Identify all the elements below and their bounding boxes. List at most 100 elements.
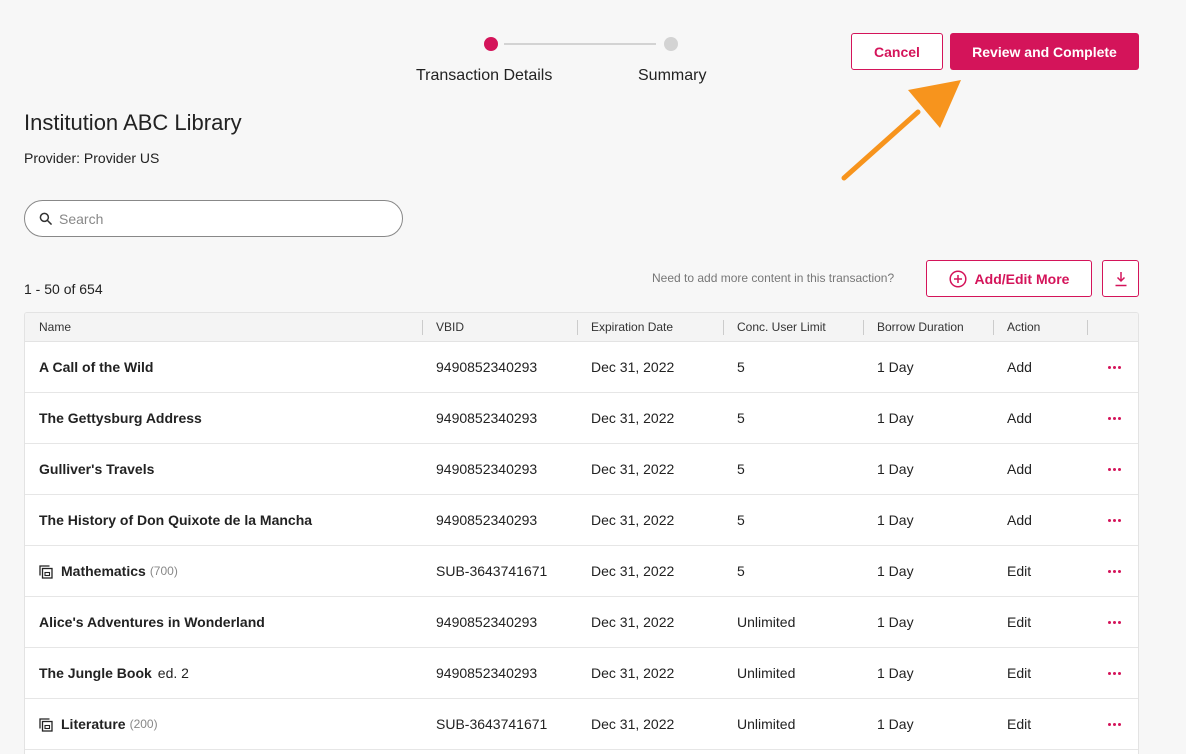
content-table: Name VBID Expiration Date Conc. User Lim…	[24, 312, 1139, 754]
cell-vbid: 9490852340293	[436, 359, 538, 375]
step-dot-active	[484, 37, 498, 51]
title-text: The History of Don Quixote de la Mancha	[39, 512, 313, 528]
cell-conc-user-limit: Unlimited	[737, 665, 796, 681]
cell-name: The Gettysburg Address	[39, 393, 202, 444]
search-icon	[39, 212, 52, 225]
cell-borrow-duration: 1 Day	[877, 665, 914, 681]
add-edit-more-button[interactable]: Add/Edit More	[926, 260, 1092, 297]
more-horizontal-icon[interactable]	[1105, 648, 1123, 699]
table-row[interactable]: The Jungle Book ed. 2 9490852340293 Dec …	[25, 648, 1138, 699]
collection-count: (200)	[129, 717, 158, 731]
cell-expiration-date: Dec 31, 2022	[591, 563, 675, 579]
page-title: Institution ABC Library	[24, 110, 242, 135]
cell-action: Add	[1007, 359, 1032, 375]
cell-conc-user-limit: 5	[737, 563, 745, 579]
table-row[interactable]: The Gettysburg Address 9490852340293 Dec…	[25, 393, 1138, 444]
cell-expiration-date: Dec 31, 2022	[591, 461, 675, 477]
cell-name: A Call of the Wild	[39, 342, 153, 393]
cell-conc-user-limit: 5	[737, 461, 745, 477]
cell-conc-user-limit: 5	[737, 512, 745, 528]
cell-vbid: 9490852340293	[436, 665, 538, 681]
cell-vbid: 9490852340293	[436, 512, 538, 528]
more-horizontal-icon[interactable]	[1105, 444, 1123, 495]
table-row[interactable]: Gulliver's Travels 9490852340293 Dec 31,…	[25, 444, 1138, 495]
cell-name: Alice's Adventures in Wonderland	[39, 597, 265, 648]
cell-vbid: SUB-3643741671	[436, 716, 548, 732]
cell-borrow-duration: 1 Day	[877, 512, 914, 528]
cell-conc-user-limit: Unlimited	[737, 716, 796, 732]
cell-expiration-date: Dec 31, 2022	[591, 359, 675, 375]
cell-action: Edit	[1007, 716, 1032, 732]
cell-vbid: SUB-3643741671	[436, 563, 548, 579]
plus-circle-icon	[948, 269, 967, 288]
cell-borrow-duration: 1 Day	[877, 410, 914, 426]
cell-action: Add	[1007, 410, 1032, 426]
title-text: Literature	[61, 716, 126, 732]
cell-name: Gulliver's Travels	[39, 444, 154, 495]
cancel-button[interactable]: Cancel	[851, 33, 943, 70]
title-text: The Jungle Book	[39, 665, 152, 681]
cell-vbid: 9490852340293	[436, 410, 538, 426]
add-edit-more-label: Add/Edit More	[974, 270, 1070, 287]
results-count: 1 - 50 of 654	[24, 281, 103, 297]
cell-action: Edit	[1007, 665, 1032, 681]
cell-conc-user-limit: 5	[737, 359, 745, 375]
table-row[interactable]: Literature (200) SUB-3643741671 Dec 31, …	[25, 699, 1138, 750]
table-header: Name VBID Expiration Date Conc. User Lim…	[25, 313, 1138, 342]
download-icon	[1115, 271, 1126, 286]
more-horizontal-icon[interactable]	[1105, 342, 1123, 393]
cell-action: Edit	[1007, 614, 1032, 630]
cell-vbid: 9490852340293	[436, 461, 538, 477]
progress-stepper: Transaction Details Summary	[410, 34, 730, 94]
cell-name: Mathematics (700)	[39, 546, 178, 597]
cell-expiration-date: Dec 31, 2022	[591, 665, 675, 681]
column-header-expiration-date[interactable]: Expiration Date	[576, 313, 673, 342]
step-label-transaction-details: Transaction Details	[416, 67, 553, 84]
title-text: The Gettysburg Address	[39, 410, 202, 426]
cell-action: Add	[1007, 512, 1032, 528]
title-text: Gulliver's Travels	[39, 461, 155, 477]
table-row[interactable]: A Call of the Wild 9490852340293 Dec 31,…	[25, 342, 1138, 393]
cell-vbid: 9490852340293	[436, 614, 538, 630]
column-header-action[interactable]: Action	[992, 313, 1040, 342]
provider-label: Provider: Provider US	[24, 150, 160, 166]
cell-borrow-duration: 1 Day	[877, 614, 914, 630]
cell-name: The History of Don Quixote de la Mancha	[39, 495, 312, 546]
more-horizontal-icon[interactable]	[1105, 699, 1123, 750]
add-content-hint: Need to add more content in this transac…	[652, 271, 895, 285]
column-header-conc-user-limit[interactable]: Conc. User Limit	[723, 313, 826, 342]
collection-icon	[39, 717, 53, 732]
cell-expiration-date: Dec 31, 2022	[591, 716, 675, 732]
table-row[interactable]: The History of Don Quixote de la Mancha …	[25, 495, 1138, 546]
review-and-complete-button[interactable]: Review and Complete	[950, 33, 1139, 70]
column-header-borrow-duration[interactable]: Borrow Duration	[863, 313, 964, 342]
collection-icon	[39, 564, 53, 579]
cell-borrow-duration: 1 Day	[877, 359, 914, 375]
cell-name: Literature (200)	[39, 699, 158, 750]
column-header-vbid[interactable]: VBID	[421, 313, 464, 342]
more-horizontal-icon[interactable]	[1105, 546, 1123, 597]
search-box[interactable]	[24, 200, 403, 237]
step-dot-inactive	[664, 37, 678, 51]
title-text: Mathematics	[61, 563, 146, 579]
title-text: Alice's Adventures in Wonderland	[39, 614, 265, 630]
title-text: A Call of the Wild	[39, 359, 154, 375]
cell-action: Edit	[1007, 563, 1032, 579]
annotation-arrow-icon	[841, 80, 961, 181]
more-horizontal-icon[interactable]	[1105, 597, 1123, 648]
table-row[interactable]: Alice's Adventures in Wonderland 9490852…	[25, 597, 1138, 648]
cell-name: The Jungle Book ed. 2	[39, 648, 189, 699]
cell-conc-user-limit: 5	[737, 410, 745, 426]
cell-expiration-date: Dec 31, 2022	[591, 614, 675, 630]
search-input[interactable]	[59, 210, 379, 227]
column-header-name[interactable]: Name	[39, 313, 71, 342]
cell-borrow-duration: 1 Day	[877, 716, 914, 732]
more-horizontal-icon[interactable]	[1105, 393, 1123, 444]
more-horizontal-icon[interactable]	[1105, 495, 1123, 546]
cell-borrow-duration: 1 Day	[877, 461, 914, 477]
cell-action: Add	[1007, 461, 1032, 477]
download-button[interactable]	[1102, 260, 1139, 297]
collection-count: (700)	[149, 564, 178, 578]
cell-borrow-duration: 1 Day	[877, 563, 914, 579]
table-row[interactable]: Mathematics (700) SUB-3643741671 Dec 31,…	[25, 546, 1138, 597]
